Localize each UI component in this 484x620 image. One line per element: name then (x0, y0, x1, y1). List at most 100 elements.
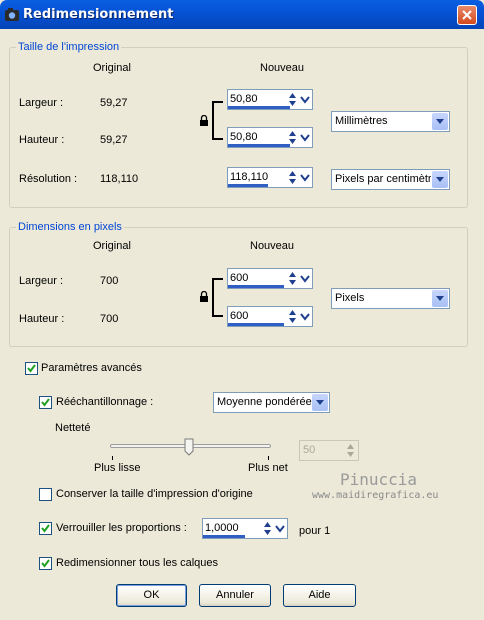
sharpness-min-label: Plus lisse (94, 462, 141, 474)
resize-all-layers-label[interactable]: Redimensionner tous les calques (56, 557, 218, 569)
print-height-field[interactable]: 50,80 (227, 127, 313, 148)
sharpness-slider-thumb[interactable] (184, 438, 194, 456)
resolution-original: 118,110 (100, 173, 139, 185)
title-bar: Redimensionnement (0, 0, 484, 29)
resample-method-value: Moyenne pondérée (217, 396, 312, 408)
ok-button[interactable]: OK (116, 584, 187, 607)
print-unit-select[interactable]: Millimètres (331, 111, 450, 132)
pixel-width-bar (228, 285, 284, 288)
lock-ratio-checkbox[interactable] (39, 522, 52, 535)
app-icon (5, 8, 19, 21)
print-unit-dropdown[interactable] (432, 113, 448, 130)
sharpness-max-label: Plus net (248, 462, 288, 474)
pixel-height-original: 700 (100, 313, 119, 325)
resolution-label: Résolution : (19, 173, 78, 185)
print-width-value: 50,80 (230, 93, 258, 105)
window-title: Redimensionnement (23, 7, 174, 22)
print-height-bar (228, 144, 290, 147)
checkmark-icon (41, 524, 50, 533)
resample-method-select[interactable]: Moyenne pondérée (213, 392, 330, 413)
pixel-height-bar (228, 323, 284, 326)
watermark-url: www.maidiregrafica.eu (312, 490, 439, 501)
print-height-value: 50,80 (230, 131, 258, 143)
resolution-bar (228, 184, 268, 187)
checkmark-icon (41, 559, 50, 568)
ratio-value: 1,0000 (205, 522, 239, 534)
sharpness-value-field: 50 (299, 440, 359, 461)
lock-ratio-label[interactable]: Verrouiller les proportions : (56, 522, 187, 534)
chevron-down-icon (436, 119, 444, 124)
ratio-bar (203, 535, 245, 538)
print-width-field[interactable]: 50,80 (227, 89, 313, 110)
lock-icon[interactable] (199, 115, 209, 126)
advanced-label[interactable]: Paramètres avancés (41, 362, 142, 374)
print-width-bar (228, 106, 290, 109)
print-size-legend: Taille de l'impression (16, 41, 122, 53)
pixel-unit-value: Pixels (335, 292, 365, 304)
chevron-down-icon (316, 400, 324, 405)
print-width-original: 59,27 (100, 97, 128, 109)
pixel-col-new: Nouveau (250, 240, 295, 252)
resolution-field[interactable]: 118,110 (227, 167, 313, 188)
sharpness-value: 50 (303, 444, 316, 456)
spin-updown-icon[interactable] (287, 129, 298, 146)
pixel-dims-legend: Dimensions en pixels (16, 221, 124, 233)
print-ratio-bracket (212, 101, 223, 140)
resolution-unit-dropdown[interactable] (432, 171, 448, 188)
checkmark-icon (27, 364, 36, 373)
spin-updown-icon[interactable] (287, 91, 298, 108)
ratio-suffix: pour 1 (299, 525, 331, 537)
close-icon (462, 10, 472, 20)
pixel-height-label: Hauteur : (19, 313, 65, 325)
resample-method-dropdown[interactable] (312, 394, 328, 411)
close-button[interactable] (457, 5, 477, 25)
resolution-unit-value: Pixels par centimètre (335, 173, 431, 185)
chevron-down-icon[interactable] (299, 169, 311, 186)
help-button[interactable]: Aide (283, 584, 356, 607)
chevron-down-icon (436, 296, 444, 301)
print-unit-value: Millimètres (335, 115, 388, 127)
print-height-label: Hauteur : (19, 134, 65, 146)
print-width-label: Largeur : (19, 97, 64, 109)
chevron-down-icon[interactable] (299, 270, 311, 287)
chevron-down-icon[interactable] (299, 91, 311, 108)
spin-updown-icon[interactable] (262, 520, 273, 537)
spin-updown-icon[interactable] (287, 308, 298, 325)
resize-all-layers-checkbox[interactable] (39, 557, 52, 570)
print-col-original: Original (93, 62, 131, 74)
spin-updown-icon[interactable] (287, 169, 298, 186)
pixel-width-label: Largeur : (19, 275, 64, 287)
pixel-width-field[interactable]: 600 (227, 268, 313, 289)
slider-tick-max (268, 456, 269, 460)
resample-checkbox[interactable] (39, 396, 52, 409)
chevron-down-icon[interactable] (299, 129, 311, 146)
chevron-down-icon[interactable] (299, 308, 311, 325)
checkmark-icon (41, 398, 50, 407)
keep-print-size-label[interactable]: Conserver la taille d'impression d'origi… (56, 488, 253, 500)
pixel-height-value: 600 (230, 310, 249, 322)
resolution-unit-select[interactable]: Pixels par centimètre (331, 169, 450, 190)
pixel-unit-select[interactable]: Pixels (331, 288, 450, 309)
resize-dialog: Redimensionnement Taille de l'impression… (0, 0, 484, 620)
pixel-width-original: 700 (100, 275, 119, 287)
keep-print-size-checkbox[interactable] (39, 488, 52, 501)
pixel-width-value: 600 (230, 272, 249, 284)
lock-icon[interactable] (199, 291, 209, 302)
chevron-down-icon[interactable] (274, 520, 286, 537)
pixel-unit-dropdown[interactable] (432, 290, 448, 307)
cancel-button[interactable]: Annuler (199, 584, 271, 607)
print-col-new: Nouveau (260, 62, 305, 74)
spin-updown-icon (347, 444, 354, 457)
pixel-ratio-bracket (212, 278, 223, 317)
watermark-name: Pinuccia (340, 470, 418, 489)
spin-updown-icon[interactable] (287, 270, 298, 287)
print-height-original: 59,27 (100, 134, 128, 146)
pixel-col-original: Original (93, 240, 131, 252)
resolution-value: 118,110 (230, 171, 269, 183)
slider-tick-min (112, 456, 113, 460)
sharpness-label: Netteté (55, 422, 91, 434)
advanced-checkbox[interactable] (25, 362, 38, 375)
pixel-height-field[interactable]: 600 (227, 306, 313, 327)
resample-label[interactable]: Rééchantillonnage : (56, 396, 153, 408)
ratio-field[interactable]: 1,0000 (202, 518, 288, 539)
